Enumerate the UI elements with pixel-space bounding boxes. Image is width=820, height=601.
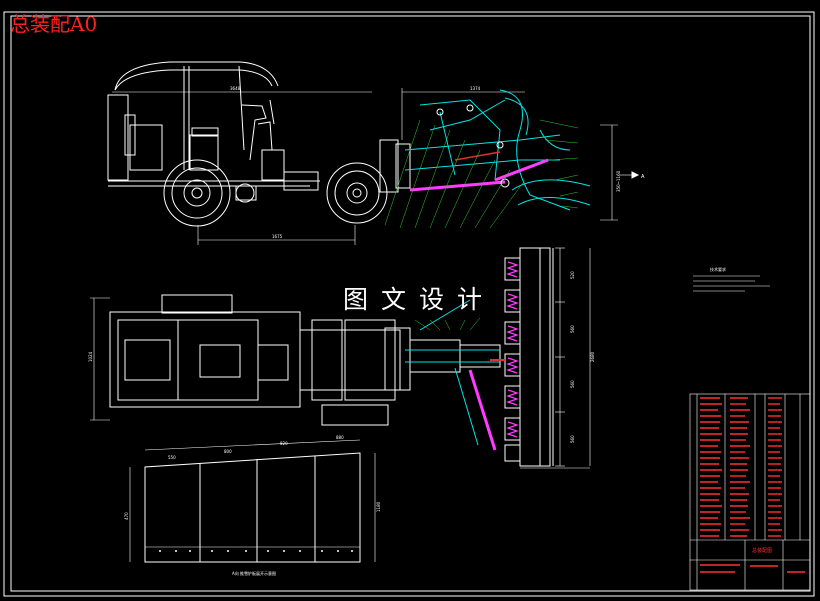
front-wheel <box>326 162 388 224</box>
dim-section-2: 800 <box>224 449 232 454</box>
parts-list <box>689 393 811 591</box>
dim-track-width: 1024 <box>88 351 93 362</box>
dim-section-4: 880 <box>336 435 344 440</box>
notes-title: 技术要求 <box>710 266 726 272</box>
dim-section-height-left: 470 <box>124 512 129 520</box>
dim-section-1: 550 <box>168 455 176 460</box>
dim-section-height-right: 1180 <box>376 501 381 512</box>
cab-canopy <box>114 61 279 91</box>
technical-notes <box>693 275 770 292</box>
plow-linkage-side <box>384 89 591 229</box>
drawing-name: 总装配图 <box>752 547 772 554</box>
dim-lift-range: 350~1160 <box>616 170 621 192</box>
dim-wheelbase: 1675 <box>272 234 283 239</box>
dim-blade-3: 560 <box>570 380 575 388</box>
dim-overall-length: 3648 <box>230 86 241 91</box>
dim-blade-2: 560 <box>570 325 575 333</box>
blade-bolts <box>159 550 353 552</box>
sheet-label: 总装配A0 <box>10 12 98 36</box>
dim-blade-4: 560 <box>570 435 575 443</box>
dim-blade-total: 2680 <box>590 351 595 362</box>
dim-section-3: 820 <box>280 441 288 446</box>
dim-blade-1: 520 <box>570 271 575 279</box>
plan-view <box>90 294 505 451</box>
side-view <box>107 61 640 245</box>
watermark-text: 图文设计 <box>343 285 496 314</box>
section-caption: A向 推雪铲板展开示意图 <box>232 570 276 576</box>
blade-section-view <box>129 439 376 563</box>
section-mark-a: A <box>641 174 645 180</box>
blade-front-view <box>504 247 591 469</box>
dim-plow-reach: 1374 <box>470 86 481 91</box>
parts-list-rows <box>700 397 805 573</box>
